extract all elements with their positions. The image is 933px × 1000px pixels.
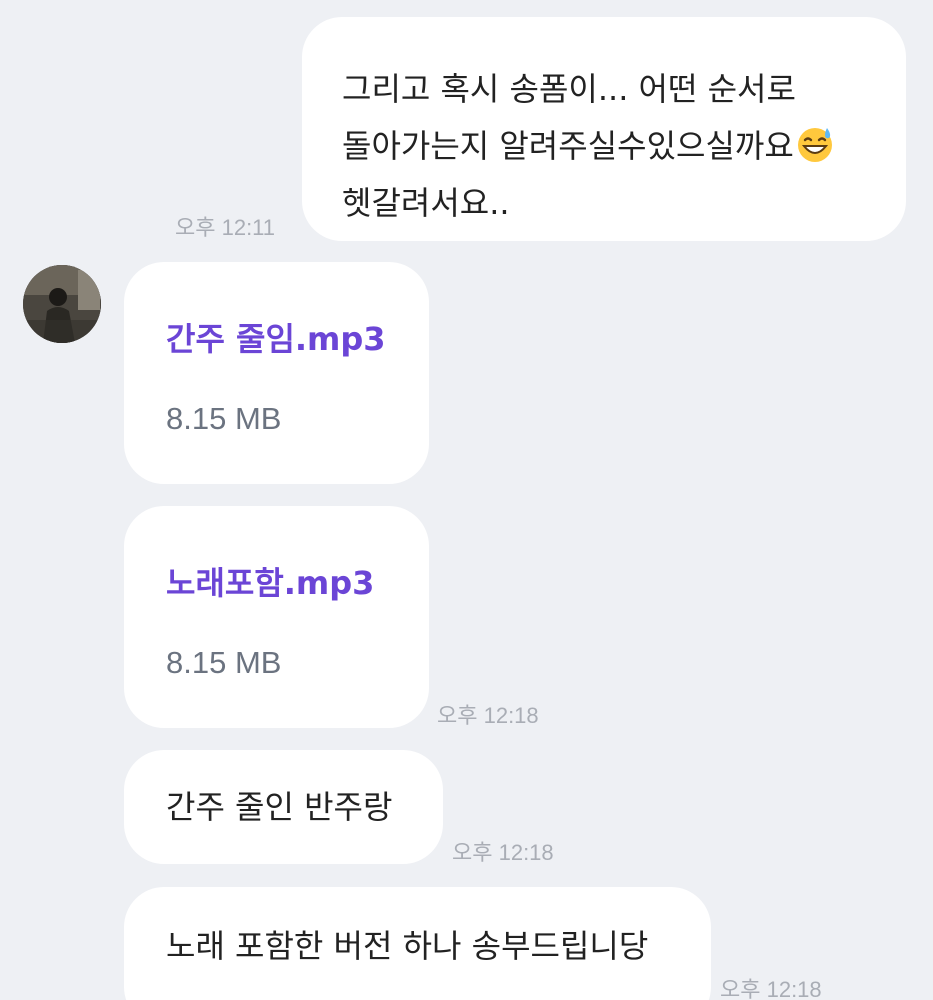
avatar[interactable] bbox=[23, 265, 101, 343]
outgoing-message-bubble[interactable]: 그리고 혹시 송폼이... 어떤 순서로 돌아가는지 알려주실수있으실까요 헷갈… bbox=[302, 17, 906, 241]
file-name[interactable]: 노래포함.mp3 bbox=[166, 558, 374, 604]
message-text: 노래 포함한 버전 하나 송부드립니당 bbox=[166, 927, 649, 965]
file-attachment-bubble[interactable]: 노래포함.mp3 8.15 MB bbox=[124, 506, 429, 728]
chat-conversation: 그리고 혹시 송폼이... 어떤 순서로 돌아가는지 알려주실수있으실까요 헷갈… bbox=[0, 0, 933, 1000]
file-attachment-bubble[interactable]: 간주 줄임.mp3 8.15 MB bbox=[124, 262, 429, 484]
file-size: 8.15 MB bbox=[166, 645, 282, 680]
grinning-sweat-emoji-icon bbox=[796, 124, 834, 181]
timestamp: 오후 12:18 bbox=[452, 840, 554, 865]
timestamp: 오후 12:11 bbox=[175, 215, 276, 240]
incoming-message-bubble[interactable]: 간주 줄인 반주랑 bbox=[124, 750, 443, 864]
message-line: 돌아가는지 알려주실수있으실까요 bbox=[342, 127, 794, 165]
message-line: 그리고 혹시 송폼이... 어떤 순서로 bbox=[342, 70, 796, 108]
timestamp: 오후 12:18 bbox=[720, 977, 822, 1000]
timestamp: 오후 12:18 bbox=[437, 703, 539, 728]
file-name[interactable]: 간주 줄임.mp3 bbox=[166, 314, 386, 360]
incoming-message-bubble[interactable]: 노래 포함한 버전 하나 송부드립니당 bbox=[124, 887, 711, 1000]
message-text: 간주 줄인 반주랑 bbox=[166, 788, 393, 826]
message-line: 헷갈려서요.. bbox=[342, 184, 510, 222]
message-line-with-emoji: 돌아가는지 알려주실수있으실까요 bbox=[342, 118, 834, 181]
file-size: 8.15 MB bbox=[166, 401, 282, 436]
